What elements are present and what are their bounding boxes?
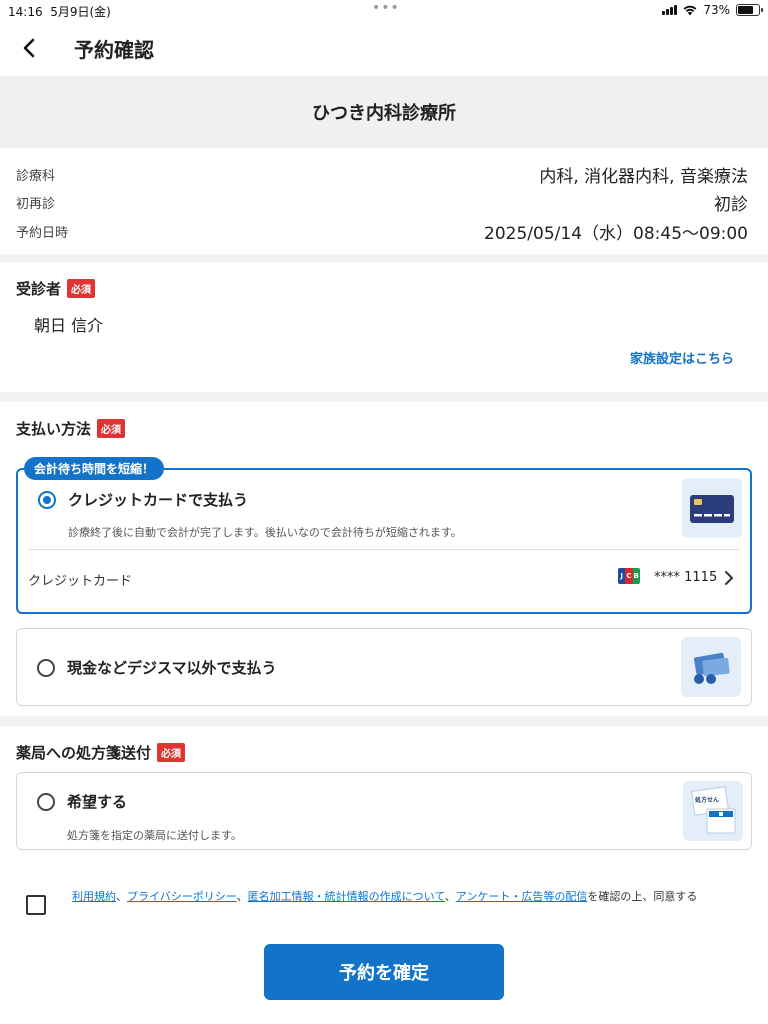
cash-icon [681, 637, 741, 697]
privacy-policy-link[interactable]: プライバシーポリシー [127, 890, 237, 903]
multitasking-dots-icon[interactable]: ••• [372, 0, 400, 16]
info-row-visit-type: 初再診 初診 [16, 190, 748, 215]
credit-card-option[interactable]: クレジットカードで支払う 診療終了後に自動で会計が完了します。後払いなので会計待… [16, 468, 752, 614]
patient-section: 受診者 必須 朝日 信介 家族設定はこちら [0, 262, 768, 392]
info-value: 初診 [714, 195, 748, 215]
card-type-label: クレジットカード [28, 574, 133, 589]
prescription-icon-label: 処方せん [695, 797, 720, 804]
patient-name: 朝日 信介 [34, 316, 104, 335]
battery-icon [736, 4, 763, 16]
back-chevron-icon[interactable] [16, 34, 44, 62]
cellular-signal-icon [662, 5, 678, 15]
page-title: 予約確認 [74, 38, 154, 62]
required-badge: 必須 [97, 419, 126, 438]
radio-button[interactable] [37, 793, 55, 811]
survey-ads-link[interactable]: アンケート・広告等の配信 [456, 890, 588, 903]
agree-checkbox[interactable] [26, 895, 46, 915]
wifi-icon [683, 5, 697, 15]
section-title: 薬局への処方箋送付 必須 [16, 742, 186, 763]
section-title: 受診者 必須 [16, 278, 96, 299]
prescription-icon: 処方せん [683, 781, 743, 841]
radio-button-selected[interactable] [38, 491, 56, 509]
chevron-right-icon[interactable] [724, 571, 734, 585]
anonymized-data-link[interactable]: 匿名加工情報・統計情報の作成について [248, 890, 445, 903]
reservation-info: 診療科 内科, 消化器内科, 音楽療法 初再診 初診 予約日時 2025/05/… [0, 148, 768, 254]
promo-tag: 会計待ち時間を短縮！ [24, 457, 165, 480]
jcb-logo-icon: J C B [618, 568, 640, 584]
option-description: 処方箋を指定の薬局に送付します。 [67, 829, 242, 842]
info-label: 予約日時 [16, 226, 69, 241]
prescription-option[interactable]: 希望する 処方箋を指定の薬局に送付します。 処方せん [16, 772, 752, 850]
nav-bar: 予約確認 [0, 22, 768, 76]
option-description: 診療終了後に自動で会計が完了します。後払いなので会計待ちが短縮されます。 [68, 526, 462, 539]
status-bar: 14:16 5月9日(金) ••• 73% [0, 0, 768, 22]
info-value: 2025/05/14（水）08:45〜09:00 [484, 224, 748, 244]
bottom-panel: 利用規約、プライバシーポリシー、匿名加工情報・統計情報の作成について、アンケート… [0, 860, 768, 1024]
clinic-name: ひつき内科診療所 [0, 76, 768, 148]
cash-option[interactable]: 現金などデジスマ以外で支払う [16, 628, 752, 706]
family-settings-link[interactable]: 家族設定はこちら [630, 348, 734, 367]
info-row-datetime: 予約日時 2025/05/14（水）08:45〜09:00 [16, 219, 748, 244]
terms-of-service-link[interactable]: 利用規約 [72, 890, 116, 903]
option-label: 希望する [67, 793, 128, 811]
radio-button[interactable] [37, 659, 55, 677]
info-value: 内科, 消化器内科, 音楽療法 [539, 167, 748, 187]
info-label: 診療科 [16, 169, 56, 184]
option-label: 現金などデジスマ以外で支払う [67, 659, 277, 677]
info-label: 初再診 [16, 197, 56, 212]
option-label: クレジットカードで支払う [68, 491, 249, 509]
battery-percent: 73% [703, 3, 730, 17]
required-badge: 必須 [67, 279, 96, 298]
terms-text: 利用規約、プライバシーポリシー、匿名加工情報・統計情報の作成について、アンケート… [72, 890, 698, 903]
divider [28, 549, 740, 550]
status-time: 14:16 5月9日(金) [8, 5, 111, 19]
section-title: 支払い方法 必須 [16, 418, 126, 439]
required-badge: 必須 [157, 743, 186, 762]
card-number: **** 1115 [654, 570, 718, 585]
confirm-reservation-button[interactable]: 予約を確定 [264, 944, 504, 1000]
info-row-department: 診療科 内科, 消化器内科, 音楽療法 [16, 162, 748, 187]
credit-card-icon [682, 478, 742, 538]
